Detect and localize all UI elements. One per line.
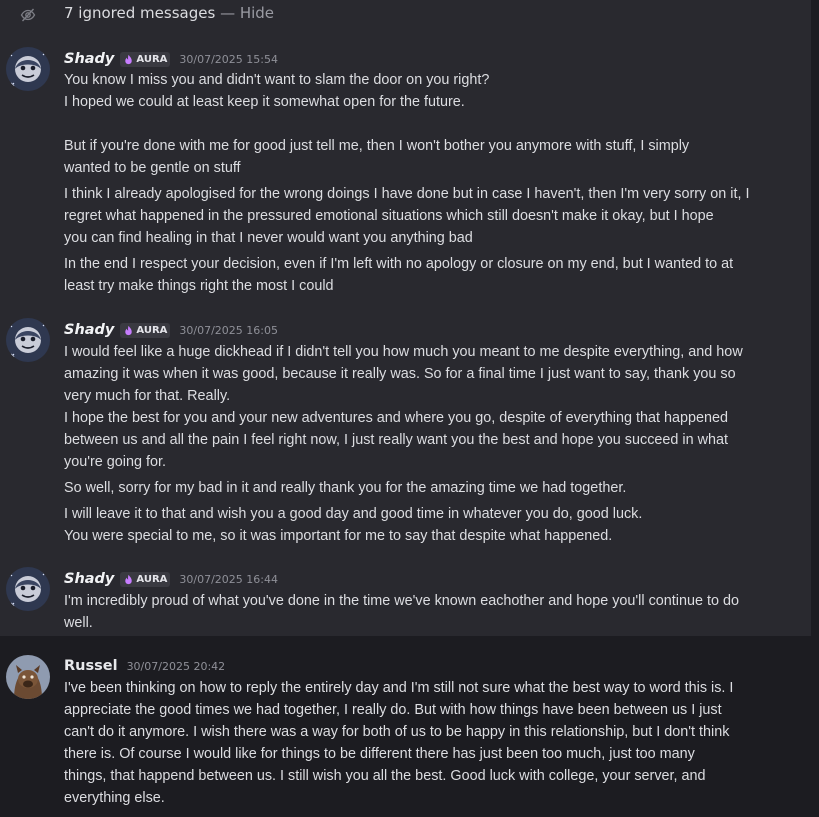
server-tag-label: AURA — [136, 53, 168, 65]
message-text: I'm incredibly proud of what you've done… — [64, 593, 739, 609]
username[interactable]: Shady — [64, 51, 114, 67]
message-text: I think I already apologised for the wro… — [64, 186, 750, 202]
message-text: between us and all the pain I feel right… — [64, 432, 728, 448]
message-text: can't do it anymore. I wish there was a … — [64, 724, 730, 740]
message-text: least try make things right the most I c… — [64, 278, 334, 294]
flame-icon — [125, 325, 133, 335]
timestamp[interactable]: 30/07/2025 16:44 — [179, 573, 278, 586]
server-tag[interactable]: AURA — [120, 51, 171, 67]
message-text: appreciate the good times we had togethe… — [64, 702, 722, 718]
message-text: In the end I respect your decision, even… — [64, 256, 734, 272]
ignored-count-text: 7 ignored messages — [64, 4, 216, 22]
message-text: So well, sorry for my bad in it and real… — [64, 480, 627, 496]
message-text: But if you're done with me for good just… — [64, 138, 690, 154]
separator-dash: — — [220, 4, 236, 22]
avatar[interactable] — [6, 655, 50, 699]
message-text: there is. Of course I would like for thi… — [64, 746, 695, 762]
message-header: Russel 30/07/2025 20:42 — [64, 656, 225, 676]
timestamp[interactable]: 30/07/2025 15:54 — [179, 53, 278, 66]
avatar-image — [6, 47, 50, 91]
server-tag-label: AURA — [136, 573, 168, 585]
avatar[interactable] — [6, 567, 50, 611]
avatar-image — [6, 567, 50, 611]
message-text: regret what happened in the pressured em… — [64, 208, 714, 224]
avatar[interactable] — [6, 318, 50, 362]
username[interactable]: Russel — [64, 658, 118, 674]
server-tag[interactable]: AURA — [120, 571, 171, 587]
server-tag-label: AURA — [136, 324, 168, 336]
eye-slash-icon — [20, 8, 36, 22]
message-text: amazing it was when it was good, because… — [64, 366, 736, 382]
scrollbar-track[interactable] — [811, 0, 819, 817]
timestamp[interactable]: 30/07/2025 20:42 — [127, 660, 226, 673]
message-text: I hope the best for you and your new adv… — [64, 410, 729, 426]
message-text: I would feel like a huge dickhead if I d… — [64, 344, 743, 360]
message-text: wanted to be gentle on stuff — [64, 160, 241, 176]
server-tag[interactable]: AURA — [120, 322, 171, 338]
ignored-messages-label: 7 ignored messages — Hide — [64, 4, 274, 22]
avatar[interactable] — [6, 47, 50, 91]
ignored-messages-bar: 7 ignored messages — Hide — [0, 0, 811, 28]
message-text: You were special to me, so it was import… — [64, 528, 613, 544]
message-text: things, that happend between us. I still… — [64, 768, 706, 784]
message-text: you can find healing in that I never wou… — [64, 230, 473, 246]
message-header: Shady AURA 30/07/2025 16:05 — [64, 320, 278, 340]
message-text: I will leave it to that and wish you a g… — [64, 506, 643, 522]
avatar-image — [6, 318, 50, 362]
timestamp[interactable]: 30/07/2025 16:05 — [179, 324, 278, 337]
flame-icon — [125, 574, 133, 584]
message-text: well. — [64, 615, 93, 631]
message-text: I've been thinking on how to reply the e… — [64, 680, 734, 696]
message-text: I hoped we could at least keep it somewh… — [64, 94, 465, 110]
flame-icon — [125, 54, 133, 64]
username[interactable]: Shady — [64, 571, 114, 587]
message-header: Shady AURA 30/07/2025 15:54 — [64, 49, 278, 69]
avatar-image — [6, 655, 50, 699]
message-text: you're going for. — [64, 454, 166, 470]
message-text: very much for that. Really. — [64, 388, 231, 404]
message-text: You know I miss you and didn't want to s… — [64, 72, 490, 88]
message-text: everything else. — [64, 790, 165, 806]
hide-link[interactable]: Hide — [240, 4, 274, 22]
message-header: Shady AURA 30/07/2025 16:44 — [64, 569, 278, 589]
username[interactable]: Shady — [64, 322, 114, 338]
